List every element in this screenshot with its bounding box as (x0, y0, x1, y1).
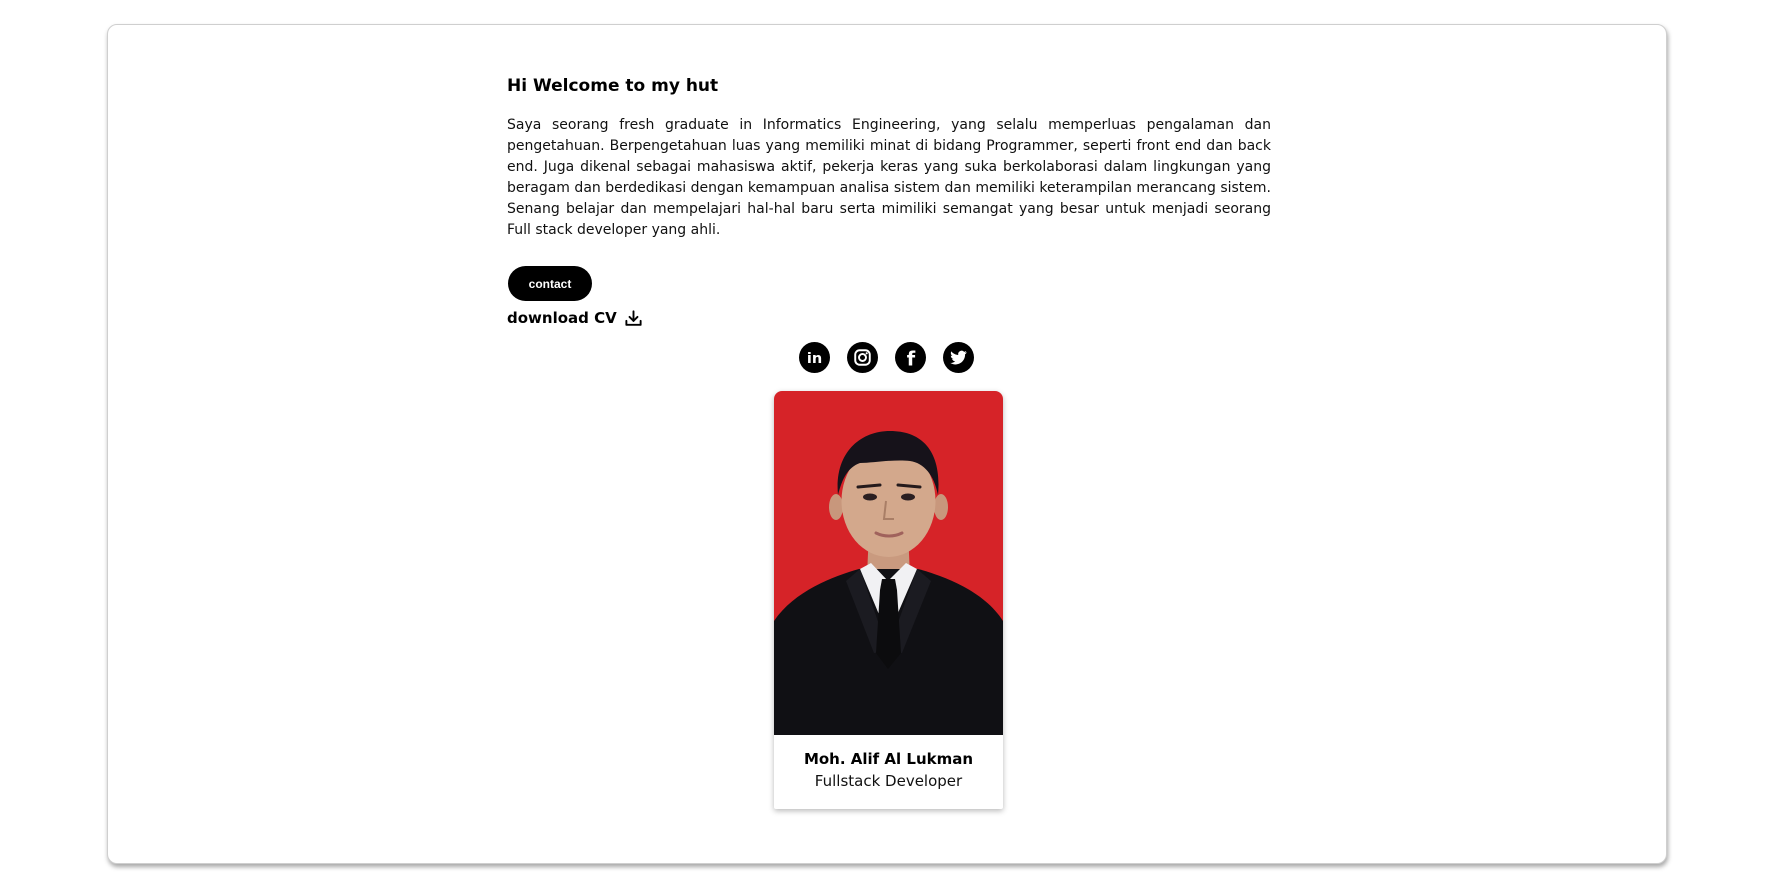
facebook-icon[interactable]: f (895, 342, 926, 373)
facebook-glyph: f (907, 347, 916, 370)
download-cv-link[interactable]: download CV (507, 306, 643, 330)
profile-card: Moh. Alif Al Lukman Fullstack Developer (774, 391, 1003, 809)
instagram-icon[interactable] (847, 342, 878, 373)
profile-name: Moh. Alif Al Lukman (803, 750, 974, 768)
social-links: in f (799, 342, 974, 373)
intro-description: Saya seorang fresh graduate in Informati… (507, 117, 1271, 238)
profile-role: Fullstack Developer (814, 772, 963, 790)
profile-photo (774, 391, 1003, 735)
intro-section: Hi Welcome to my hut Saya seorang fresh … (507, 75, 1271, 241)
linkedin-glyph: in (807, 351, 822, 367)
hero-card: Hi Welcome to my hut Saya seorang fresh … (107, 24, 1667, 864)
twitter-icon[interactable] (943, 342, 974, 373)
contact-button[interactable]: contact (508, 266, 592, 301)
download-icon (625, 309, 642, 326)
page: Hi Welcome to my hut Saya seorang fresh … (0, 0, 1769, 892)
download-cv-label: download CV (507, 309, 617, 327)
linkedin-icon[interactable]: in (799, 342, 830, 373)
page-title: Hi Welcome to my hut (507, 76, 719, 96)
